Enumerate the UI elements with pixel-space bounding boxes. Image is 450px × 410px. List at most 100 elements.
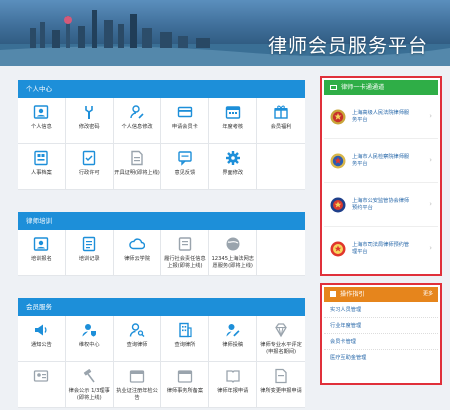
quick-channel-header: 律师一卡通通道 xyxy=(324,80,438,95)
tile-label: 意见反馈 xyxy=(174,170,196,176)
tile-label: 查询律师 xyxy=(126,342,148,348)
member-benefits-tile[interactable]: 会员福利 xyxy=(257,98,305,144)
empty-tile xyxy=(257,230,305,276)
tile-label: 律师云学院 xyxy=(124,256,151,262)
cloud-icon xyxy=(129,238,146,250)
tile-label: 修改密码 xyxy=(78,124,100,130)
search-law-firm-tile[interactable]: 查询律所 xyxy=(161,316,210,362)
tile-label: 12345上海法网志愿服务(即将上线) xyxy=(211,256,254,269)
hammer-icon xyxy=(84,368,95,383)
court-platform-link[interactable]: 上海高级人民法院律师服务平台 › xyxy=(324,95,438,139)
police-emblem-icon xyxy=(330,197,346,212)
tile-label: 通知公告 xyxy=(31,342,52,348)
person-id-icon xyxy=(34,370,49,382)
link-label: 上海高级人民法院律师服务平台 xyxy=(352,109,410,123)
tile-label: 律会公示 1/3理事(即将上线) xyxy=(68,388,110,401)
tile-label: 人事档案 xyxy=(31,170,52,176)
justice-emblem-icon xyxy=(330,241,346,257)
more-link[interactable]: 更多 xyxy=(423,287,433,302)
annual-report-tile[interactable]: 律师年报申请 xyxy=(209,362,258,408)
notice-tile[interactable]: 通知公告 xyxy=(18,316,66,362)
page: 律师会员服务平台 个人中心 个人信息 修改密码 个人信息修改 申请会员卡 年度考… xyxy=(0,0,450,410)
personnel-archive-tile[interactable]: 人事档案 xyxy=(18,144,66,190)
council-publicity-tile[interactable]: 律会公示 1/3理事(即将上线) xyxy=(65,362,114,408)
tile-label: 培训报名 xyxy=(31,256,52,262)
report-icon xyxy=(178,237,192,251)
guide-item[interactable]: 实习人员管理 xyxy=(324,302,438,318)
lawyer-submission-tile[interactable]: 律师投稿 xyxy=(209,316,258,362)
training-record-tile[interactable]: 培训记录 xyxy=(65,230,114,276)
chevron-right-icon: › xyxy=(429,112,432,120)
panel-lawyer-training: 律师培训 培训报名 培训记录 律师云学院 履行社会责任信息上报(即将上线) 12… xyxy=(18,212,305,276)
tile-label: 律师投稿 xyxy=(222,342,244,348)
tile-label: 律师事务所备案 xyxy=(166,388,204,394)
card-icon xyxy=(330,84,337,90)
guide-item[interactable]: 医疗互助金管理 xyxy=(324,350,438,366)
procuratorate-platform-link[interactable]: 上海市人民检察院律师服务平台 › xyxy=(324,139,438,183)
court-emblem-icon xyxy=(330,109,346,124)
training-signup-tile[interactable]: 培训报名 xyxy=(18,230,66,276)
link-label: 上海市人民检察院律师服务平台 xyxy=(352,153,410,167)
professional-rating-tile[interactable]: 律师专业水平评定(申报名期间) xyxy=(257,316,305,362)
calendar-icon xyxy=(177,370,193,383)
social-responsibility-tile[interactable]: 履行社会责任信息上报(即将上线) xyxy=(161,230,210,276)
license-icon xyxy=(83,150,96,166)
registration-notice-tile[interactable]: 执业证注册年检公告 xyxy=(113,362,162,408)
person-edit-icon xyxy=(130,105,144,119)
cloud-academy-tile[interactable]: 律师云学院 xyxy=(113,230,162,276)
tile-label: 律所变更申报申请 xyxy=(260,388,302,394)
operation-guide-title: 操作指引 xyxy=(340,291,365,298)
calendar-icon xyxy=(129,370,145,383)
panel-title: 会员服务 xyxy=(18,298,305,316)
panel-title: 个人中心 xyxy=(18,80,305,98)
chevron-right-icon: › xyxy=(429,244,432,252)
panel-member-services: 会员服务 通知公告 维权中心 查询律师 查询律所 律师投稿 律师专业水平评定(申… xyxy=(18,298,305,408)
member-service-tile[interactable] xyxy=(18,362,66,408)
tile-label: 查询律所 xyxy=(174,342,196,348)
volunteer-service-tile[interactable]: 12345上海法网志愿服务(即将上线) xyxy=(209,230,258,276)
police-platform-link[interactable]: 上海市公安监管协会律师预约平台 › xyxy=(324,183,438,227)
empty-tile xyxy=(257,144,305,190)
tile-label: 培训记录 xyxy=(78,256,100,262)
firm-change-tile[interactable]: 律所变更申报申请 xyxy=(257,362,305,408)
interface-settings-tile[interactable]: 界面修改 xyxy=(209,144,258,190)
feedback-tile[interactable]: 意见反馈 xyxy=(161,144,210,190)
globe-icon xyxy=(226,237,240,251)
building-icon xyxy=(179,322,192,338)
tile-label: 年度考核 xyxy=(222,124,244,130)
firm-filing-tile[interactable]: 律师事务所备案 xyxy=(161,362,210,408)
chevron-right-icon: › xyxy=(429,156,432,164)
change-password-tile[interactable]: 修改密码 xyxy=(65,98,114,144)
issue-certificate-tile[interactable]: 开具证明(即将上线) xyxy=(113,144,162,190)
panel-title: 律师培训 xyxy=(18,212,305,230)
panel-personal-center: 个人中心 个人信息 修改密码 个人信息修改 申请会员卡 年度考核 会员福利 人事… xyxy=(18,80,305,190)
apply-member-card-tile[interactable]: 申请会员卡 xyxy=(161,98,210,144)
tile-label: 个人信息修改 xyxy=(121,124,153,130)
tile-label: 申请会员卡 xyxy=(171,124,198,130)
person-card-icon xyxy=(34,237,49,251)
rights-center-tile[interactable]: 维权中心 xyxy=(65,316,114,362)
annual-assessment-tile[interactable]: 年度考核 xyxy=(209,98,258,144)
search-lawyer-tile[interactable]: 查询律师 xyxy=(113,316,162,362)
person-pen-icon xyxy=(226,324,240,337)
tile-label: 维权中心 xyxy=(78,342,100,348)
quick-channel-box: 律师一卡通通道 上海高级人民法院律师服务平台 › 上海市人民检察院律师服务平台 … xyxy=(320,76,442,276)
justice-bureau-platform-link[interactable]: 上海市司法局律师预约管理平台 › xyxy=(324,227,438,271)
tile-label: 律师专业水平评定(申报名期间) xyxy=(260,342,302,355)
platform-title: 律师会员服务平台 xyxy=(267,35,428,57)
chevron-right-icon: › xyxy=(429,200,432,208)
quick-channel-title: 律师一卡通通道 xyxy=(341,84,385,91)
personal-info-tile[interactable]: 个人信息 xyxy=(18,98,66,144)
file-grid-icon xyxy=(34,150,49,166)
wrench-icon xyxy=(85,106,94,119)
person-search-icon xyxy=(129,323,145,337)
tile-label: 个人信息 xyxy=(31,124,52,130)
administrative-license-tile[interactable]: 行政许可 xyxy=(65,144,114,190)
guide-item[interactable]: 行业年度管理 xyxy=(324,318,438,334)
guide-item[interactable]: 会员卡管理 xyxy=(324,334,438,350)
guide-list: 实习人员管理 行业年度管理 会员卡管理 医疗互助金管理 xyxy=(324,302,438,366)
edit-personal-info-tile[interactable]: 个人信息修改 xyxy=(113,98,162,144)
book-icon xyxy=(226,370,240,383)
gift-icon xyxy=(274,105,288,119)
tile-label: 执业证注册年检公告 xyxy=(116,388,158,401)
